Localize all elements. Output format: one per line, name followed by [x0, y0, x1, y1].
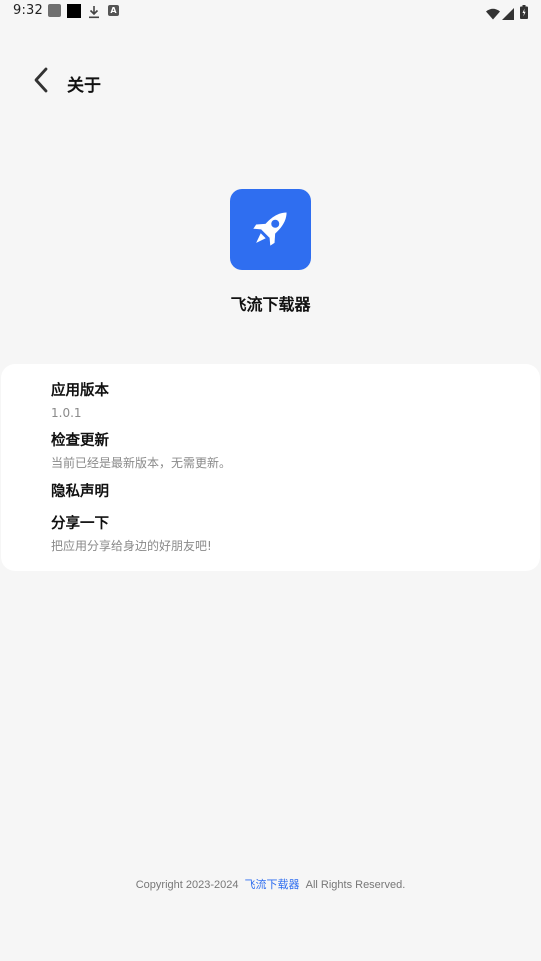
battery-icon	[520, 4, 528, 19]
copyright: Copyright 2023-2024 飞流下载器 All Rights Res…	[0, 876, 541, 892]
black-square-icon	[67, 4, 81, 18]
privacy-title: 隐私声明	[51, 484, 109, 500]
version-title: 应用版本	[51, 383, 109, 399]
a-badge-icon: A	[108, 5, 119, 16]
check-update-status: 当前已经是最新版本，无需更新。	[51, 456, 232, 470]
app-name: 飞流下载器	[230, 295, 311, 314]
rocket-icon	[245, 202, 297, 258]
check-update-item[interactable]: 检查更新 当前已经是最新版本，无需更新。	[51, 431, 521, 472]
info-card: 应用版本 1.0.1 检查更新 当前已经是最新版本，无需更新。 隐私声明 分享一…	[1, 364, 540, 571]
gray-square-icon	[48, 4, 61, 17]
privacy-item[interactable]: 隐私声明	[51, 482, 521, 502]
version-value: 1.0.1	[51, 406, 82, 420]
back-button[interactable]	[26, 66, 56, 98]
copyright-brand-link[interactable]: 飞流下载器	[245, 879, 300, 891]
page-title: 关于	[67, 76, 101, 96]
share-item[interactable]: 分享一下 把应用分享给身边的好朋友吧!	[51, 514, 521, 555]
status-bar: 9:32 A	[0, 0, 541, 24]
signal-icon	[502, 5, 514, 20]
share-title: 分享一下	[51, 516, 109, 532]
app-logo	[230, 189, 311, 270]
download-icon	[88, 4, 100, 19]
version-item[interactable]: 应用版本 1.0.1	[51, 381, 521, 422]
share-desc: 把应用分享给身边的好朋友吧!	[51, 539, 212, 553]
wifi-icon	[486, 5, 500, 20]
check-update-title: 检查更新	[51, 433, 109, 449]
status-time: 9:32	[13, 3, 43, 18]
copyright-prefix: Copyright 2023-2024	[135, 879, 239, 891]
chevron-left-icon	[33, 67, 49, 97]
copyright-suffix: All Rights Reserved.	[305, 879, 406, 891]
